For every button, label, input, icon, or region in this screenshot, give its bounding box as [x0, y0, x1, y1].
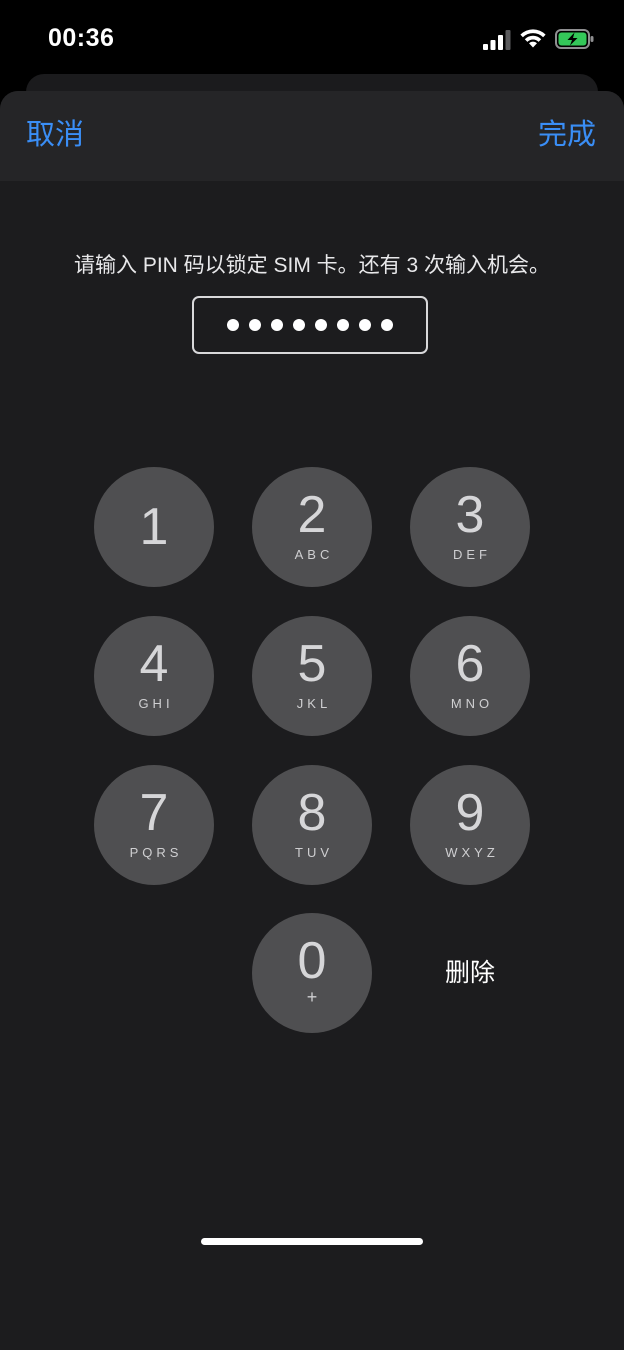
keypad-key-7[interactable]: 7 PQRS	[94, 765, 214, 885]
cancel-button[interactable]: 取消	[26, 117, 84, 153]
done-button[interactable]: 完成	[538, 117, 596, 153]
keypad-key-6[interactable]: 6 MNO	[410, 616, 530, 736]
key-letters: +	[306, 987, 318, 1007]
key-digit: 9	[455, 784, 485, 842]
status-time: 00:36	[48, 24, 115, 52]
key-letters: PQRS	[129, 845, 183, 860]
pin-dot	[249, 319, 261, 331]
key-letters: DEF	[453, 547, 491, 562]
home-indicator[interactable]	[201, 1238, 423, 1245]
keypad-key-3[interactable]: 3 DEF	[410, 467, 530, 587]
delete-button[interactable]: 删除	[410, 953, 530, 993]
key-digit: 2	[297, 486, 327, 544]
pin-dot	[381, 319, 393, 331]
cellular-signal-icon	[483, 30, 511, 50]
pin-dot	[337, 319, 349, 331]
keypad-key-1[interactable]: 1	[94, 467, 214, 587]
keypad-key-8[interactable]: 8 TUV	[252, 765, 372, 885]
keypad-key-4[interactable]: 4 GHI	[94, 616, 214, 736]
sim-pin-sheet: 取消 完成 请输入 PIN 码以锁定 SIM 卡。还有 3 次输入机会。 1 2 A…	[0, 91, 624, 1350]
key-digit: 4	[139, 635, 169, 693]
keypad-key-5[interactable]: 5 JKL	[252, 616, 372, 736]
pin-dot	[271, 319, 283, 331]
pin-dot	[359, 319, 371, 331]
key-digit: 7	[139, 784, 169, 842]
keypad-key-0[interactable]: 0 +	[252, 913, 372, 1033]
key-letters: JKL	[296, 696, 332, 711]
pin-input-field[interactable]	[192, 296, 428, 354]
key-digit: 0	[297, 932, 327, 990]
key-letters: WXYZ	[445, 845, 499, 860]
pin-dot	[227, 319, 239, 331]
key-letters: GHI	[138, 696, 174, 711]
key-letters: MNO	[450, 696, 494, 711]
keypad-key-2[interactable]: 2 ABC	[252, 467, 372, 587]
pin-dot	[315, 319, 327, 331]
key-digit: 6	[455, 635, 485, 693]
battery-charging-icon	[555, 29, 594, 49]
pin-prompt: 请输入 PIN 码以锁定 SIM 卡。还有 3 次输入机会。	[73, 254, 551, 277]
keypad-key-9[interactable]: 9 WXYZ	[410, 765, 530, 885]
pin-dot	[293, 319, 305, 331]
nav-bar: 取消 完成	[0, 91, 624, 181]
key-digit: 3	[455, 486, 485, 544]
key-digit: 1	[139, 498, 169, 556]
screen: 00:36 取消 完成 请输入 PIN 码以锁定 SIM 卡。还有 3 次输入机…	[0, 0, 624, 1350]
status-bar: 00:36	[0, 0, 624, 80]
key-letters: TUV	[295, 845, 333, 860]
key-digit: 8	[297, 784, 327, 842]
key-digit: 5	[297, 635, 327, 693]
wifi-icon	[520, 29, 546, 48]
key-letters: ABC	[294, 547, 334, 562]
